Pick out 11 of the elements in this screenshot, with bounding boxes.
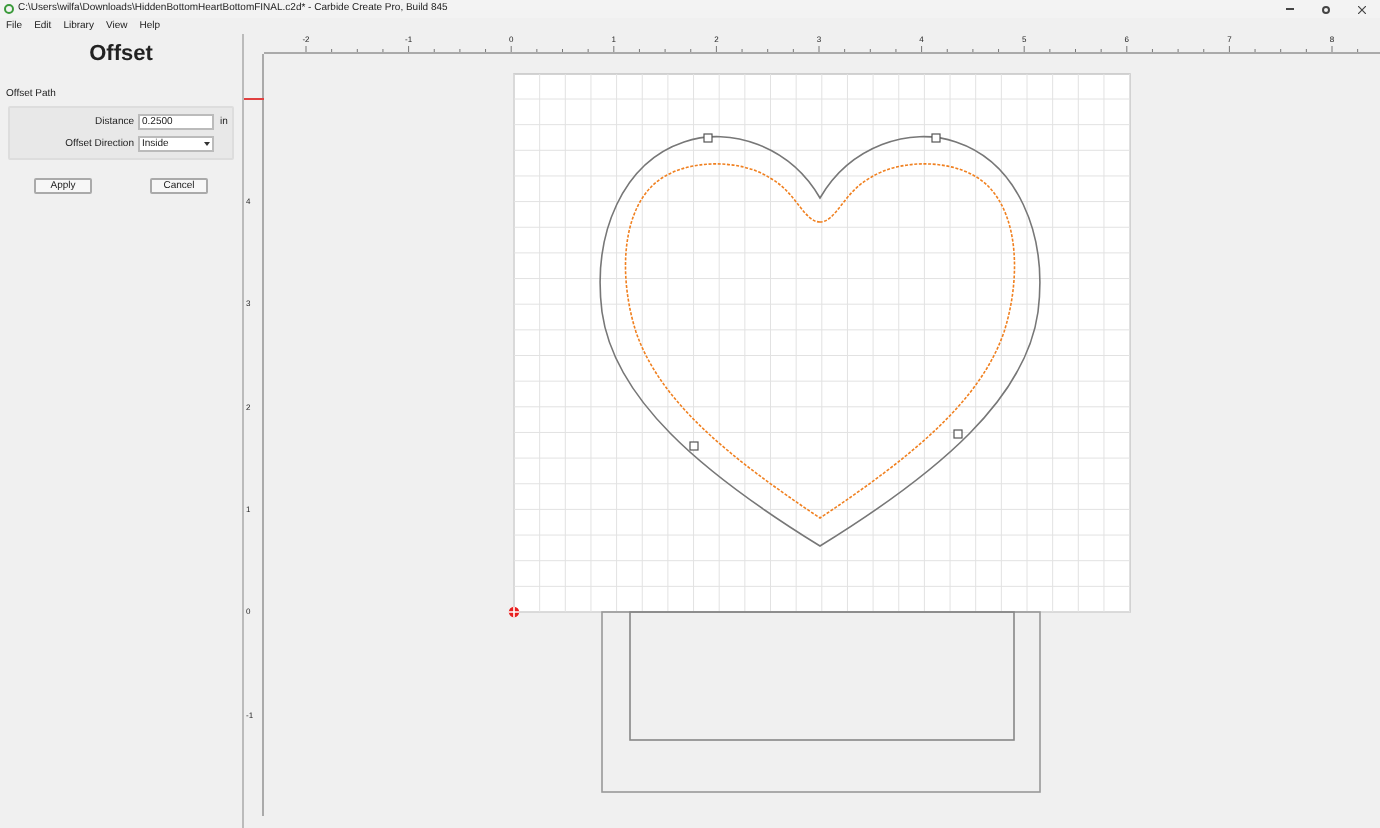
- panel-title: Offset: [87, 44, 155, 66]
- node-handle[interactable]: [931, 133, 941, 143]
- cursor-marker: [244, 98, 264, 100]
- origin-icon: [508, 606, 520, 618]
- node-handle[interactable]: [689, 441, 699, 451]
- close-icon[interactable]: [1358, 5, 1366, 13]
- node-handle[interactable]: [703, 133, 713, 143]
- node-handle[interactable]: [953, 429, 963, 439]
- caret-icon: [204, 142, 210, 146]
- restore-icon[interactable]: [1322, 5, 1330, 13]
- app-icon: [4, 4, 14, 14]
